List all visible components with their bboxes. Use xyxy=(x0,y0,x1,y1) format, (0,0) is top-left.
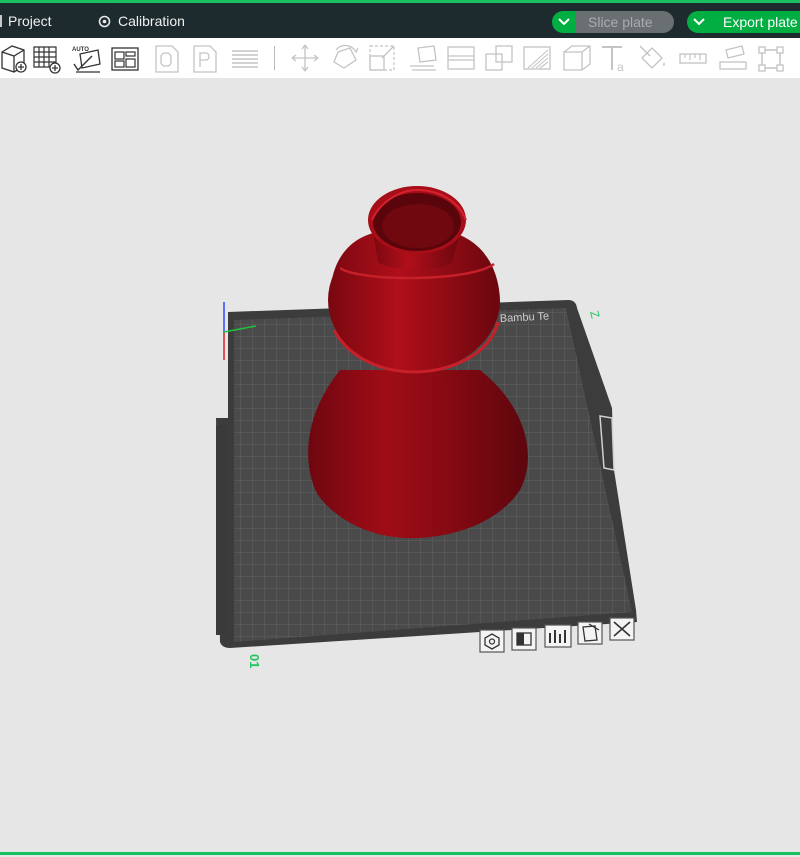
plate-close-icon[interactable] xyxy=(609,617,635,641)
export-plate-button[interactable]: Export plate xyxy=(687,11,800,33)
cut-icon[interactable] xyxy=(484,42,514,74)
rotate-icon[interactable] xyxy=(330,42,360,74)
plate-settings-icon[interactable] xyxy=(479,629,505,653)
move-icon[interactable] xyxy=(290,42,320,74)
plate-side-tab xyxy=(216,425,228,635)
add-cube-icon[interactable] xyxy=(0,42,30,74)
slice-dropdown-chevron-icon[interactable] xyxy=(552,11,576,33)
orient-icon[interactable] xyxy=(152,42,182,74)
split-icon[interactable] xyxy=(446,42,476,74)
plate-lock-icon[interactable] xyxy=(511,627,537,651)
toolbar: AUTO a xyxy=(0,38,800,78)
assembly-icon[interactable] xyxy=(718,42,748,74)
tab-project-label: Project xyxy=(8,13,52,29)
slice-plate-button[interactable]: Slice plate xyxy=(552,11,674,33)
plate-number: 01 xyxy=(247,654,262,668)
plate-orient-icon[interactable] xyxy=(577,621,603,645)
paint-icon[interactable] xyxy=(638,42,668,74)
calibration-icon xyxy=(98,15,111,27)
tab-calibration[interactable]: Calibration xyxy=(98,13,185,29)
support-icon[interactable] xyxy=(522,42,552,74)
export-dropdown-chevron-icon[interactable] xyxy=(687,11,711,33)
3d-viewport[interactable]: Bambu Te Z 01 xyxy=(0,78,800,852)
box-icon[interactable] xyxy=(562,42,592,74)
add-plate-icon[interactable] xyxy=(32,42,62,74)
lay-flat-icon[interactable] xyxy=(408,42,438,74)
print-icon[interactable] xyxy=(190,42,220,74)
layout-icon[interactable] xyxy=(110,42,140,74)
frame-icon[interactable] xyxy=(756,42,786,74)
svg-text:a: a xyxy=(617,60,624,74)
export-plate-label: Export plate xyxy=(711,11,800,33)
tab-calibration-label: Calibration xyxy=(118,13,185,29)
slice-plate-label: Slice plate xyxy=(576,11,674,33)
plate-corner-mark: Z xyxy=(587,309,602,320)
measure-icon[interactable] xyxy=(678,42,708,74)
top-bar: Project Calibration Slice plate Export p… xyxy=(0,0,800,38)
scale-icon[interactable] xyxy=(368,42,398,74)
auto-arrange-icon[interactable]: AUTO xyxy=(72,42,102,74)
toolbar-divider xyxy=(274,46,275,70)
plate-arrange-icon[interactable] xyxy=(544,624,572,648)
tab-project[interactable]: Project xyxy=(0,13,52,29)
layers-icon[interactable] xyxy=(230,42,260,74)
text-icon[interactable]: a xyxy=(600,42,630,74)
